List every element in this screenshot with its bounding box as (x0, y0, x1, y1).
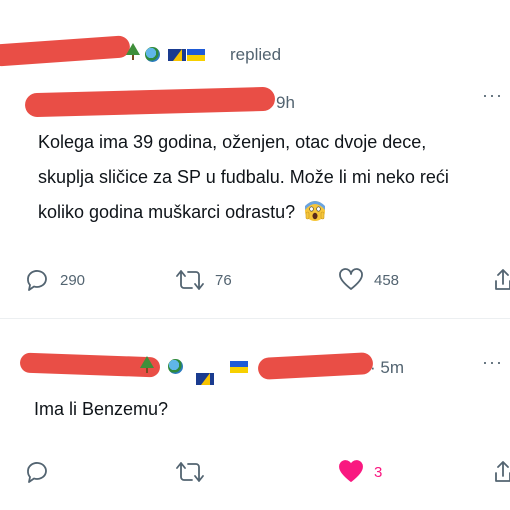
like-icon (338, 460, 364, 484)
reply-icon (24, 268, 50, 292)
retweet-icon (175, 268, 205, 292)
retweet-button[interactable]: 76 (175, 268, 232, 292)
post-time[interactable]: 9h (276, 93, 295, 113)
retweet-icon (175, 460, 205, 484)
post-text-fragment: koliko godina muškarci odrastu? (38, 202, 296, 222)
post-text-line: koliko godina muškarci odrastu? (38, 195, 508, 230)
retweet-count: 76 (215, 271, 232, 289)
flag-bosnia-icon (196, 373, 214, 385)
reply-like-count: 3 (374, 463, 383, 481)
tree-emoji-icon (140, 356, 154, 374)
reply-icon (24, 460, 50, 484)
flag-ukraine-icon (230, 361, 248, 373)
replied-label: replied (230, 45, 282, 64)
reply-time[interactable]: · 5m (370, 358, 404, 378)
share-button[interactable] (494, 268, 510, 292)
post-text-line: Kolega ima 39 godina, oženjen, otac dvoj… (38, 132, 427, 152)
like-count: 458 (374, 271, 400, 289)
reply-reply-button[interactable] (24, 460, 50, 484)
globe-emoji-icon (168, 359, 183, 374)
flag-bosnia-icon (168, 49, 186, 61)
reply-count: 290 (60, 271, 86, 289)
tree-emoji-icon (126, 43, 140, 61)
reply-share-button[interactable] (494, 460, 510, 484)
like-icon (338, 268, 364, 292)
more-icon[interactable]: ··· (482, 352, 503, 373)
globe-emoji-icon (145, 47, 160, 62)
flag-ukraine-icon (187, 49, 205, 61)
post-text: Kolega ima 39 godina, oženjen, otac dvoj… (38, 125, 508, 230)
redacted-username (0, 35, 131, 67)
like-button[interactable]: 458 (338, 268, 399, 292)
tweet-divider (0, 318, 510, 319)
more-icon[interactable]: ··· (482, 85, 503, 106)
reply-like-button[interactable]: 3 (338, 460, 382, 484)
screaming-face-icon (304, 200, 326, 222)
redacted-reply-handle (257, 352, 374, 380)
share-icon (494, 460, 510, 484)
share-icon (494, 268, 510, 292)
post-text-line: skuplja sličice za SP u fudbalu. Može li… (38, 167, 449, 187)
reply-button[interactable]: 290 (24, 268, 85, 292)
redacted-handle (24, 86, 276, 118)
reply-text: Ima li Benzemu? (34, 399, 169, 419)
reply-retweet-button[interactable] (175, 460, 205, 484)
